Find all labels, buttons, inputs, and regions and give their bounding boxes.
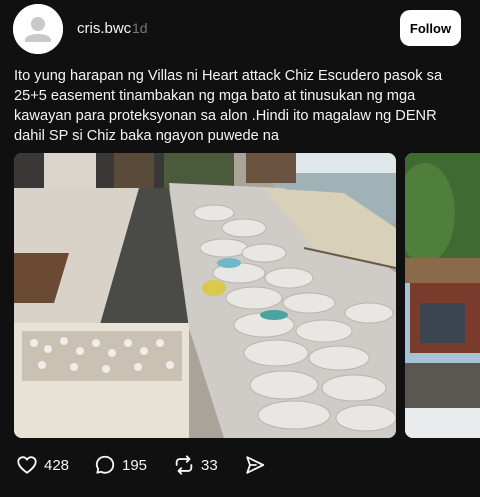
share-button[interactable] [244, 450, 266, 480]
like-count: 428 [44, 456, 70, 474]
repost-button[interactable]: 33 [173, 450, 218, 480]
villa-photo [405, 153, 480, 438]
post-image-second[interactable] [405, 153, 480, 438]
comment-count: 195 [122, 456, 148, 474]
default-avatar-icon [13, 4, 63, 54]
share-send-icon [246, 456, 265, 474]
post-image-main[interactable] [14, 153, 396, 438]
beach-sandbags-photo [14, 153, 396, 438]
like-button[interactable]: 428 [16, 450, 69, 480]
post-text: Ito yung harapan ng Villas ni Heart atta… [14, 68, 443, 144]
repost-count: 33 [201, 456, 218, 474]
username[interactable]: cris.bwc [77, 20, 131, 37]
avatar[interactable] [13, 4, 63, 54]
comment-bubble-icon [95, 455, 115, 474]
heart-icon [17, 456, 37, 474]
comment-button[interactable]: 195 [94, 450, 147, 480]
follow-button[interactable]: Follow [400, 10, 461, 46]
post-time: 1d [132, 20, 148, 36]
repost-icon [175, 455, 193, 475]
action-bar: 428 195 33 [0, 450, 480, 480]
